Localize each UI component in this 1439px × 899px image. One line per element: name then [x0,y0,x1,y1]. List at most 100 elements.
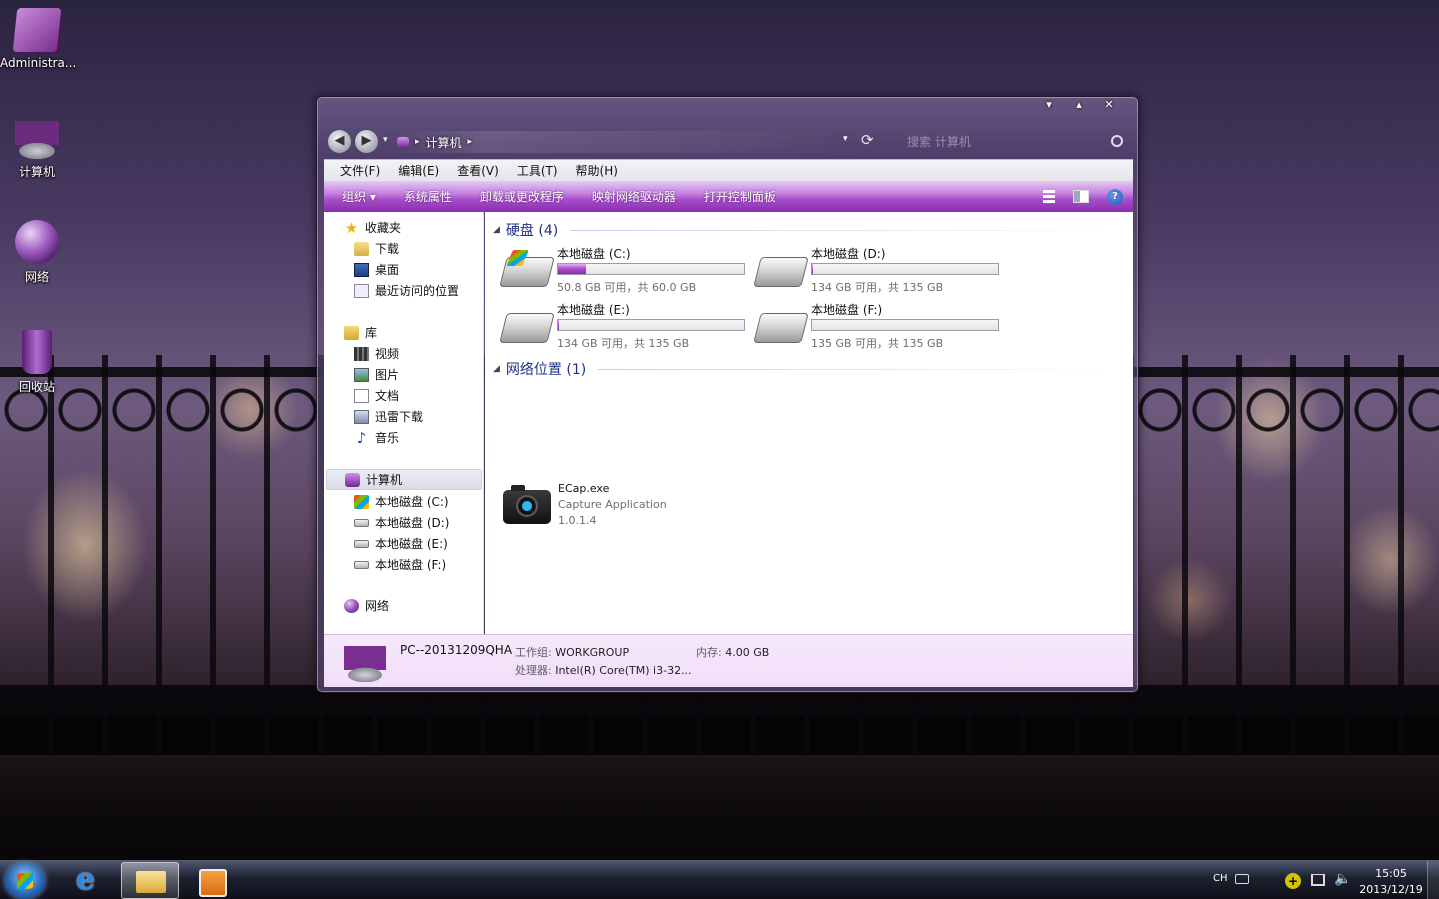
nav-computer[interactable]: 计算机 [326,469,482,490]
nav-drive-e[interactable]: 本地磁盘 (E:) [354,533,448,554]
desktop-icon-network[interactable]: 网络 [0,220,74,285]
volume-icon[interactable]: 🔈 [1334,871,1351,887]
uninstall-program-button[interactable]: 卸载或更改程序 [466,188,578,205]
nav-label: 下载 [375,242,400,256]
tray-plus-icon[interactable]: + [1285,873,1301,889]
back-button[interactable]: ◀ [327,129,352,154]
menu-file[interactable]: 文件(F) [332,162,388,179]
nav-label: 本地磁盘 (E:) [375,537,448,551]
memory-info: 内存: 4.00 GB [696,644,769,660]
breadcrumb-separator[interactable]: ▸ [468,137,473,147]
taskbar-media-player-icon[interactable] [182,862,240,899]
nav-videos[interactable]: 视频 [354,343,399,364]
nav-music[interactable]: ♪ 音乐 [354,427,399,448]
nav-label: 收藏夹 [365,221,402,235]
group-header-network-locations[interactable]: ◢ 网络位置 (1) [493,359,1125,379]
group-divider [570,229,1125,231]
show-desktop-button[interactable] [1427,861,1439,899]
address-history-chevron-down-icon[interactable]: ▾ [843,134,848,144]
window-controls: ▾ ▴ ✕ [1034,97,1124,115]
nav-drive-f[interactable]: 本地磁盘 (F:) [354,554,446,575]
maximize-button[interactable]: ▴ [1064,97,1094,115]
drive-free-space: 50.8 GB 可用，共 60.0 GB [557,281,697,294]
nav-desktop[interactable]: 桌面 [354,259,399,280]
map-network-drive-button[interactable]: 映射网络驱动器 [578,188,690,205]
collapse-triangle-icon[interactable]: ◢ [493,364,500,374]
nav-network[interactable]: 网络 [344,595,389,616]
group-header-hard-drives[interactable]: ◢ 硬盘 (4) [493,220,1125,240]
drive-usage-fill [558,320,560,330]
search-icon[interactable] [1111,135,1123,147]
desktop-icon-computer[interactable]: 计算机 [0,115,74,180]
open-control-panel-button[interactable]: 打开控制面板 [690,188,790,205]
organize-button[interactable]: 组织 ▾ [324,188,390,205]
nav-documents[interactable]: 文档 [354,385,399,406]
desktop-icon-recycle-bin[interactable]: 回收站 [0,330,74,395]
clock-time[interactable]: 15:05 [1362,867,1420,880]
close-button[interactable]: ✕ [1094,97,1124,115]
menu-view[interactable]: 查看(V) [449,162,507,179]
nav-label: 本地磁盘 (F:) [375,558,447,572]
clock-date[interactable]: 2013/12/19 [1356,883,1426,896]
drive-tile-f[interactable]: 本地磁盘 (F:) 135 GB 可用，共 135 GB [753,301,1007,353]
minimize-button[interactable]: ▾ [1034,97,1064,115]
nav-downloads[interactable]: 下载 [354,238,399,259]
collapse-triangle-icon[interactable]: ◢ [493,225,500,235]
drive-tile-e[interactable]: 本地磁盘 (E:) 134 GB 可用，共 135 GB [499,301,753,353]
breadcrumb-computer[interactable]: 计算机 [426,134,462,151]
computer-icon [15,115,59,159]
desktop-icon-label: 网络 [24,270,49,284]
menu-edit[interactable]: 编辑(E) [390,162,447,179]
refresh-icon[interactable]: ⟳ [861,131,874,149]
nav-label: 图片 [375,368,400,382]
drive-tile-d[interactable]: 本地磁盘 (D:) 134 GB 可用，共 135 GB [753,245,1007,297]
menu-help[interactable]: 帮助(H) [568,162,626,179]
processor-value: Intel(R) Core(TM) i3-32... [555,664,692,677]
nav-libraries[interactable]: 库 [344,322,377,343]
drive-name: 本地磁盘 (D:) [811,247,886,261]
nav-drive-c[interactable]: 本地磁盘 (C:) [354,491,449,512]
nav-recent-places[interactable]: 最近访问的位置 [354,280,459,301]
forward-button[interactable]: ▶ [354,129,379,154]
search-input[interactable]: 搜索 计算机 [891,131,1131,153]
desktop-icon [354,262,369,277]
xunlei-library-icon [354,409,369,424]
desktop-icon-administrator[interactable]: Administra... [0,8,76,70]
help-icon[interactable]: ? [1107,188,1123,205]
taskbar-explorer-icon[interactable] [121,862,179,899]
nav-drive-d[interactable]: 本地磁盘 (D:) [354,512,449,533]
details-pane: PC--20131209QHA 工作组: WORKGROUP 内存: 4.00 … [324,634,1133,687]
keyboard-icon[interactable] [1235,874,1249,884]
network-item-version: 1.0.1.4 [558,514,597,527]
change-view-icon[interactable] [1043,189,1055,204]
start-button[interactable] [5,863,45,899]
input-language-indicator[interactable]: CH [1213,873,1228,884]
nav-favorites[interactable]: ★ 收藏夹 [344,217,401,238]
taskbar-internet-explorer-icon[interactable] [60,862,118,899]
workgroup-info: 工作组: WORKGROUP [515,644,629,660]
nav-xunlei-downloads[interactable]: 迅雷下载 [354,406,423,427]
nav-label: 迅雷下载 [375,410,424,424]
memory-value: 4.00 GB [725,646,770,659]
system-properties-button[interactable]: 系统属性 [390,188,466,205]
group-title: 硬盘 (4) [505,223,559,239]
drive-tile-c[interactable]: 本地磁盘 (C:) 50.8 GB 可用，共 60.0 GB [499,245,753,297]
preview-pane-icon[interactable] [1073,190,1089,203]
network-item-name: ECap.exe [558,482,610,495]
camera-icon [503,485,551,524]
workgroup-label: 工作组: [515,646,552,659]
address-bar[interactable]: ▸ 计算机 ▸ [397,131,837,153]
memory-label: 内存: [696,646,722,659]
network-item-ecap[interactable]: ECap.exe Capture Application 1.0.1.4 [503,482,763,532]
recent-pages-chevron-down-icon[interactable]: ▾ [383,135,388,145]
menu-tools[interactable]: 工具(T) [509,162,566,179]
processor-label: 处理器: [515,664,552,677]
nav-label: 桌面 [375,263,400,277]
processor-info: 处理器: Intel(R) Core(TM) i3-32... [515,662,692,678]
drive-free-space: 135 GB 可用，共 135 GB [811,337,944,350]
nav-label: 网络 [365,599,390,613]
breadcrumb-separator[interactable]: ▸ [415,137,420,147]
desktop-icon-label: 回收站 [18,380,55,394]
nav-pictures[interactable]: 图片 [354,364,399,385]
network-status-icon[interactable] [1311,874,1325,886]
